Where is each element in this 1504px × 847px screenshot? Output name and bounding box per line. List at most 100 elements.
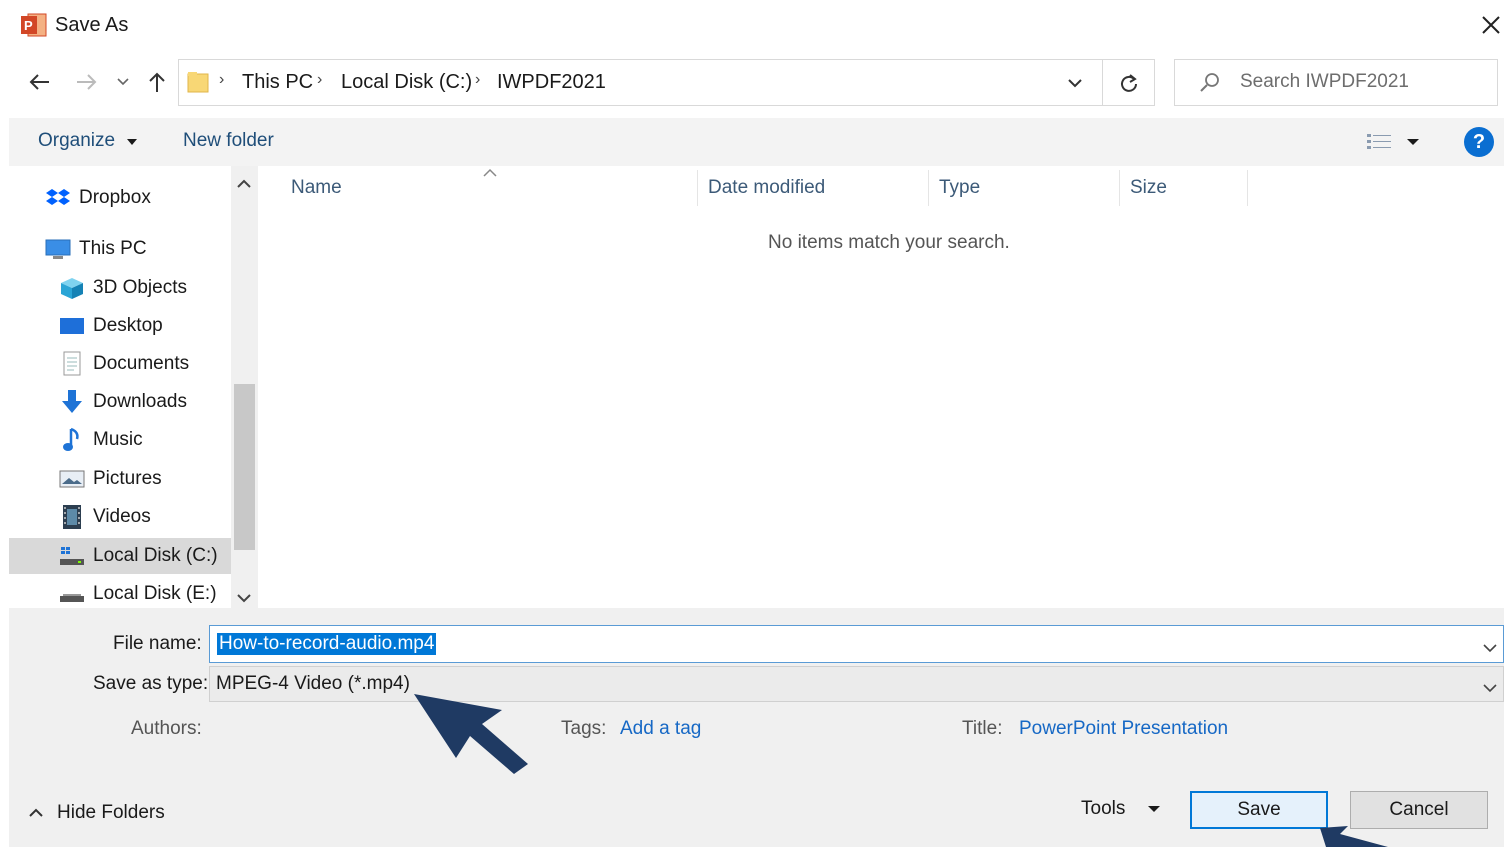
- hide-folders-button[interactable]: Hide Folders: [27, 802, 165, 824]
- new-folder-button[interactable]: New folder: [183, 130, 274, 152]
- annotation-arrow-icon: [410, 690, 540, 786]
- desktop-icon: [59, 314, 85, 338]
- breadcrumb-this-pc[interactable]: This PC: [242, 71, 313, 94]
- sidebar-scrollbar[interactable]: [231, 166, 258, 608]
- sidebar-item-pictures[interactable]: Pictures: [9, 461, 231, 497]
- sidebar-item-music[interactable]: Music: [9, 422, 231, 458]
- scroll-down-icon[interactable]: [236, 588, 252, 610]
- organize-label: Organize: [38, 130, 116, 151]
- sort-ascending-icon: [482, 162, 498, 184]
- help-icon[interactable]: ?: [1464, 127, 1494, 157]
- sidebar-item-videos[interactable]: Videos: [9, 499, 231, 535]
- forward-arrow-icon[interactable]: [70, 64, 104, 100]
- scroll-thumb[interactable]: [234, 384, 255, 550]
- sidebar-item-this-pc[interactable]: This PC: [9, 231, 231, 267]
- column-header-date-modified[interactable]: Date modified: [708, 177, 825, 213]
- tags-label: Tags:: [561, 718, 607, 739]
- drive-icon: [59, 582, 85, 606]
- back-arrow-icon[interactable]: [22, 64, 56, 100]
- file-name-label: File name:: [113, 633, 202, 654]
- document-icon: [59, 351, 85, 376]
- sidebar-item-label: Desktop: [93, 315, 163, 336]
- sidebar-item-label: Pictures: [93, 468, 162, 489]
- download-icon: [59, 390, 85, 414]
- search-placeholder: Search IWPDF2021: [1240, 71, 1409, 92]
- empty-list-message: No items match your search.: [768, 232, 1010, 253]
- folder-icon: [187, 70, 209, 94]
- sidebar-item-label: Documents: [93, 353, 190, 374]
- close-icon[interactable]: [1474, 8, 1504, 42]
- sidebar-item-documents[interactable]: Documents: [9, 346, 231, 382]
- save-type-select[interactable]: MPEG-4 Video (*.mp4): [209, 666, 1504, 702]
- title-bar: P Save As: [0, 0, 1504, 52]
- breadcrumb-iwpdf2021[interactable]: IWPDF2021: [497, 71, 606, 94]
- window-title: Save As: [55, 14, 129, 36]
- chevron-right-icon: ›: [475, 71, 481, 88]
- tools-button[interactable]: Tools: [1081, 798, 1161, 820]
- chevron-down-icon[interactable]: [1063, 72, 1087, 94]
- sidebar-item-label: Local Disk (C:): [93, 545, 218, 566]
- pictures-icon: [59, 467, 85, 491]
- view-options-icon[interactable]: [1365, 130, 1429, 160]
- sidebar-item-label: Local Disk (E:): [93, 583, 217, 604]
- column-divider[interactable]: [928, 170, 929, 206]
- sidebar-item-label: Dropbox: [79, 187, 151, 208]
- title-value-link[interactable]: PowerPoint Presentation: [1019, 718, 1228, 740]
- video-icon: [59, 505, 85, 529]
- column-divider[interactable]: [697, 170, 698, 206]
- music-icon: [59, 427, 85, 452]
- column-header-name[interactable]: Name: [291, 177, 342, 213]
- dropbox-icon: [45, 186, 71, 210]
- cancel-button[interactable]: Cancel: [1350, 791, 1488, 829]
- column-divider[interactable]: [1119, 170, 1120, 206]
- sidebar-item-label: 3D Objects: [93, 277, 187, 298]
- chevron-down-icon[interactable]: [1482, 678, 1498, 700]
- sidebar-item-3d-objects[interactable]: 3D Objects: [9, 270, 231, 306]
- refresh-icon[interactable]: [1103, 59, 1155, 106]
- annotation-arrow-icon: [1318, 826, 1398, 847]
- chevron-right-icon: ›: [219, 71, 225, 88]
- address-bar[interactable]: › This PC › Local Disk (C:) › IWPDF2021: [178, 59, 1103, 106]
- svg-text:P: P: [24, 18, 33, 33]
- sidebar-item-label: This PC: [79, 238, 147, 259]
- sidebar-item-label: Music: [93, 429, 143, 450]
- sidebar-item-label: Videos: [93, 506, 151, 527]
- save-type-label: Save as type:: [93, 673, 209, 694]
- sidebar-item-label: Downloads: [93, 391, 187, 412]
- dropdown-arrow-icon: [127, 139, 138, 145]
- save-form: File name: How-to-record-audio.mp4 Save …: [9, 608, 1504, 847]
- sidebar-item-downloads[interactable]: Downloads: [9, 384, 231, 420]
- column-header-size[interactable]: Size: [1130, 177, 1167, 213]
- authors-label: Authors:: [131, 718, 202, 739]
- breadcrumb-local-disk[interactable]: Local Disk (C:): [341, 71, 472, 94]
- file-name-input[interactable]: How-to-record-audio.mp4: [209, 625, 1504, 663]
- sidebar-item-desktop[interactable]: Desktop: [9, 308, 231, 344]
- navigation-pane: Dropbox This PC 3D Objects Desktop Docum…: [9, 166, 259, 608]
- dropdown-arrow-icon: [1148, 806, 1161, 812]
- save-type-value: MPEG-4 Video (*.mp4): [216, 673, 410, 694]
- file-name-value: How-to-record-audio.mp4: [217, 633, 437, 655]
- add-tag-link[interactable]: Add a tag: [620, 718, 701, 740]
- save-button[interactable]: Save: [1190, 791, 1328, 829]
- sidebar-item-local-disk-e[interactable]: Local Disk (E:): [9, 576, 231, 612]
- chevron-down-icon[interactable]: [1482, 638, 1498, 660]
- hide-folders-label: Hide Folders: [57, 802, 165, 823]
- up-arrow-icon[interactable]: [140, 64, 174, 100]
- title-label: Title:: [962, 718, 1003, 739]
- column-header-type[interactable]: Type: [939, 177, 980, 213]
- search-input[interactable]: Search IWPDF2021: [1174, 59, 1498, 106]
- sidebar-item-dropbox[interactable]: Dropbox: [9, 180, 231, 216]
- column-divider[interactable]: [1247, 170, 1248, 206]
- chevron-right-icon: ›: [317, 71, 323, 88]
- recent-dropdown-icon[interactable]: [108, 64, 138, 100]
- scroll-up-icon[interactable]: [236, 174, 252, 196]
- tools-label: Tools: [1081, 798, 1126, 819]
- cube-icon: [59, 276, 85, 300]
- organize-button[interactable]: Organize: [38, 130, 138, 152]
- chevron-up-icon: [29, 808, 43, 817]
- powerpoint-icon: P: [20, 12, 48, 38]
- pc-icon: [45, 237, 71, 261]
- drive-icon: [59, 544, 85, 568]
- search-icon: [1197, 70, 1223, 102]
- sidebar-item-local-disk-c[interactable]: Local Disk (C:): [9, 538, 231, 574]
